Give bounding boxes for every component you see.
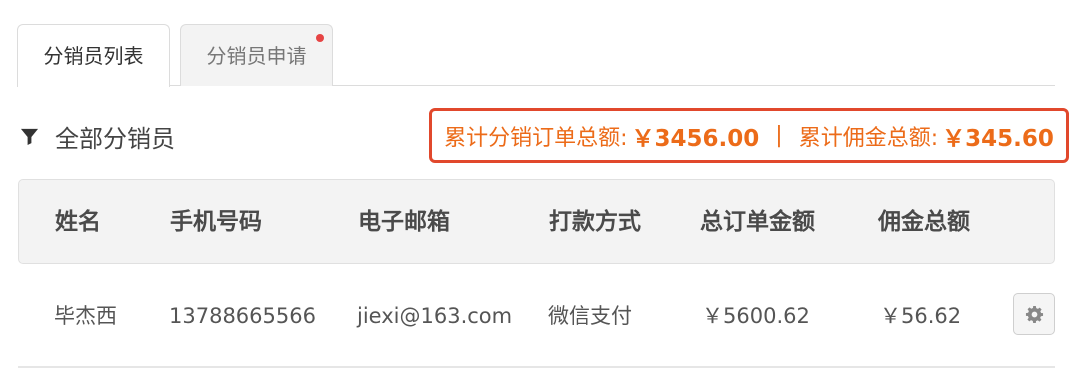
tab-distributor-applications[interactable]: 分销员申请	[180, 24, 333, 86]
order-total-value: ￥3456.00	[631, 125, 760, 152]
table-row: 毕杰西 13788665566 jiexi@163.com 微信支付 ￥5600…	[18, 264, 1055, 368]
cell-name: 毕杰西	[54, 304, 117, 328]
tab-label: 分销员申请	[206, 44, 307, 68]
commission-total-value: ￥345.60	[942, 125, 1054, 152]
cell-order-total: ￥5600.62	[702, 304, 810, 328]
cell-phone: 13788665566	[169, 304, 316, 328]
notification-dot	[316, 34, 324, 42]
tab-label: 分销员列表	[43, 44, 144, 68]
commission-total-label: 累计佣金总额:	[798, 125, 939, 151]
tab-distributor-list[interactable]: 分销员列表	[17, 24, 170, 87]
row-settings-button[interactable]	[1013, 293, 1055, 335]
filter-label: 全部分销员	[55, 124, 175, 153]
column-header-email: 电子邮箱	[358, 209, 450, 235]
order-total-label: 累计分销订单总额:	[444, 125, 628, 151]
column-header-payment: 打款方式	[549, 209, 641, 235]
totals-summary: 累计分销订单总额: ￥3456.00 | 累计佣金总额: ￥345.60	[429, 108, 1069, 163]
table-header: 姓名 手机号码 电子邮箱 打款方式 总订单金额 佣金总额	[18, 179, 1055, 264]
cell-commission: ￥56.62	[880, 304, 962, 328]
column-header-commission: 佣金总额	[878, 209, 970, 235]
column-header-order-total: 总订单金额	[700, 209, 815, 235]
filter-icon	[20, 128, 39, 145]
gear-icon	[1025, 305, 1043, 323]
distributor-filter[interactable]: 全部分销员	[20, 118, 175, 154]
column-header-phone: 手机号码	[170, 209, 262, 235]
cell-email: jiexi@163.com	[357, 304, 513, 328]
tab-bar: 分销员列表 分销员申请	[17, 24, 1055, 87]
summary-separator: |	[775, 123, 783, 148]
column-header-name: 姓名	[55, 209, 101, 235]
cell-payment: 微信支付	[548, 304, 632, 328]
